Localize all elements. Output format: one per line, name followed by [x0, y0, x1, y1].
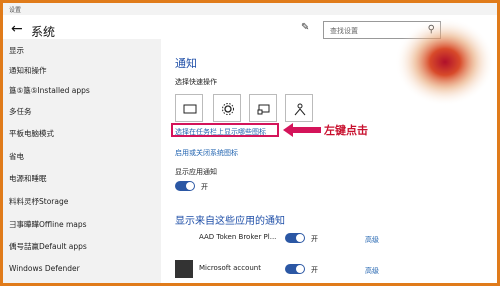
- sidebar-item-default-apps[interactable]: 偊号喆羸Default apps: [9, 239, 87, 255]
- arrow-left-icon: [283, 123, 321, 137]
- quick-action-tablet[interactable]: [175, 94, 203, 122]
- notifications-toggle-state: 开: [201, 183, 208, 191]
- tablet-icon: [183, 104, 197, 114]
- sidebar-item-tablet-mode[interactable]: 平板电脑模式: [9, 126, 54, 142]
- sidebar-item-multitasking[interactable]: 多任务: [9, 104, 32, 120]
- sidebar-item-notifications[interactable]: 通知和操作: [9, 63, 47, 79]
- quick-action-vpn[interactable]: [285, 94, 313, 122]
- sidebar-item-storage[interactable]: 料料灵杼Storage: [9, 194, 68, 210]
- apps-section-title: 显示来自这些应用的通知: [175, 216, 285, 227]
- gear-icon: [222, 103, 234, 115]
- avatar-icon: [175, 260, 193, 278]
- decorative-swirl-image: [395, 18, 495, 106]
- sidebar-item-display[interactable]: 显示: [9, 43, 24, 59]
- app-toggle-state: 开: [311, 235, 318, 243]
- sidebar: 显示 通知和操作 簋⑤簋⑤Installed apps 多任务 平板电脑模式 省…: [3, 39, 161, 283]
- sidebar-item-battery-saver[interactable]: 省电: [9, 149, 24, 165]
- app-toggle-state: 开: [311, 266, 318, 274]
- sidebar-item-apps[interactable]: 簋⑤簋⑤Installed apps: [9, 83, 90, 99]
- annotation-label: 左键点击: [324, 124, 368, 137]
- sidebar-item-power-sleep[interactable]: 电源和睡眠: [9, 171, 47, 187]
- highlight-box: [171, 123, 279, 137]
- sidebar-item-windows-defender[interactable]: Windows Defender: [9, 261, 80, 277]
- section-title-notifications: 通知: [175, 57, 197, 70]
- app-name: Microsoft account: [199, 264, 261, 272]
- quick-actions-label: 选择快速操作: [175, 78, 217, 86]
- network-icon: [294, 103, 306, 116]
- search-input[interactable]: 查找设置: [330, 26, 358, 36]
- pin-icon[interactable]: ✎: [301, 22, 309, 33]
- app-toggle[interactable]: [285, 233, 305, 243]
- window-title: 设置: [9, 7, 22, 14]
- connect-icon: [257, 104, 270, 115]
- app-advanced-link[interactable]: 高级: [365, 266, 379, 276]
- page-title: 系统: [31, 25, 56, 39]
- quick-action-settings[interactable]: [213, 94, 241, 122]
- notifications-toggle[interactable]: [175, 181, 195, 191]
- sidebar-item-offline-maps[interactable]: 彐事曄曄Offline maps: [9, 217, 87, 233]
- show-notifications-label: 显示应用通知: [175, 168, 217, 176]
- quick-action-connect[interactable]: [249, 94, 277, 122]
- back-arrow-icon[interactable]: ←: [11, 21, 27, 37]
- app-name: AAD Token Broker Pl...: [199, 233, 277, 241]
- title-bar: 设置: [3, 3, 497, 15]
- system-icons-link[interactable]: 启用或关闭系统图标: [175, 148, 238, 158]
- app-toggle[interactable]: [285, 264, 305, 274]
- app-advanced-link[interactable]: 高级: [365, 235, 379, 245]
- window-frame: 设置 ← 系统 ✎ 查找设置 ⚲ 显示 通知和操作 簋⑤簋⑤Installed …: [0, 0, 500, 286]
